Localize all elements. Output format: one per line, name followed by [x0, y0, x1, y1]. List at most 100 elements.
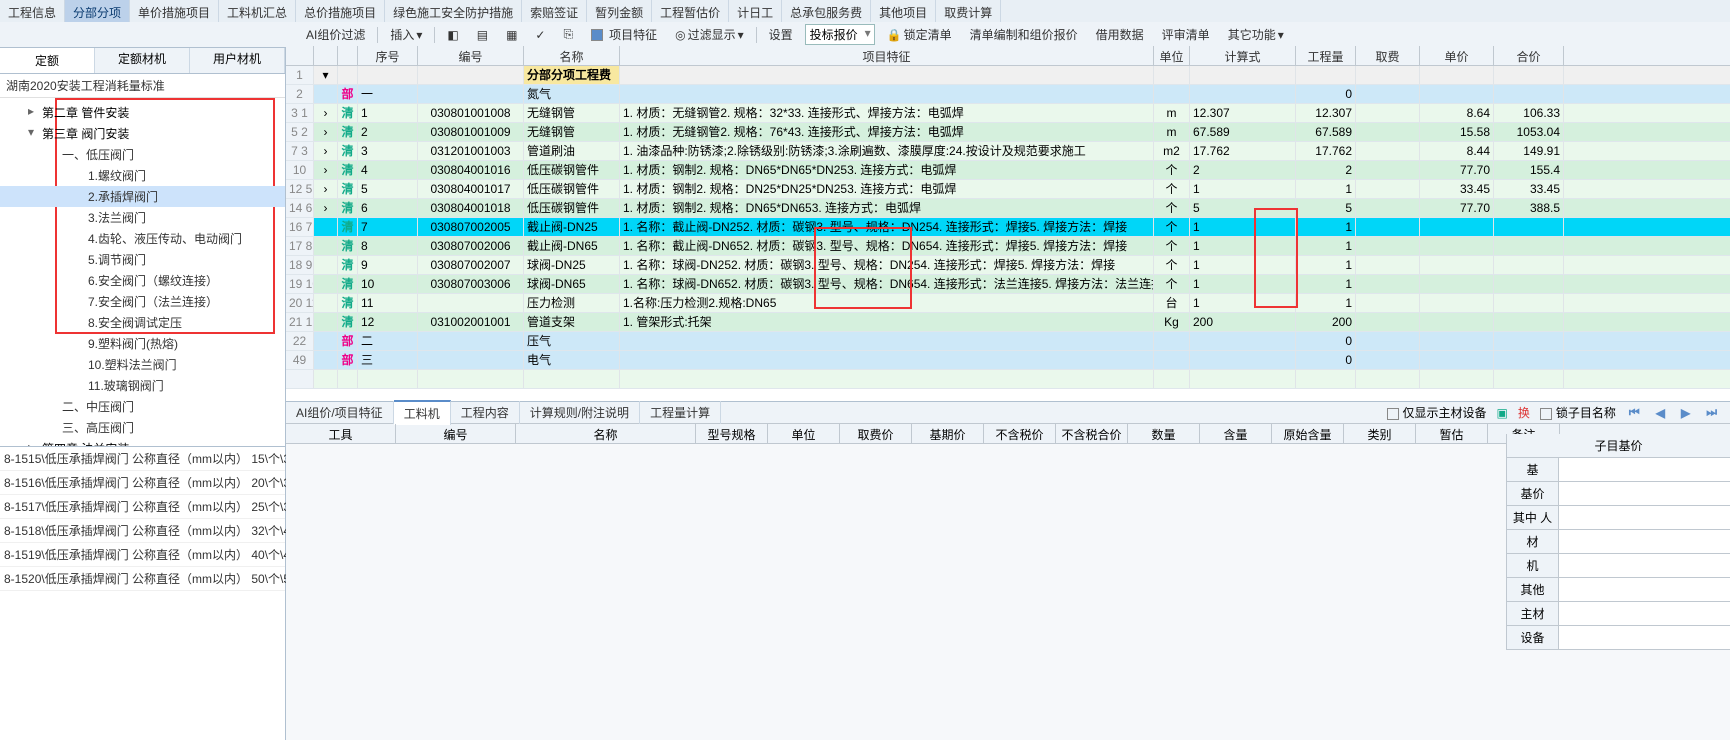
col-seq[interactable]: 序号 [358, 46, 418, 65]
bottom-tab-2[interactable]: 工程内容 [451, 401, 520, 424]
bottom-col-8[interactable]: 不含税合价 [1056, 424, 1128, 443]
col-calc[interactable]: 计算式 [1190, 46, 1296, 65]
bottom-col-3[interactable]: 型号规格 [696, 424, 768, 443]
tree-node-11[interactable]: 9.塑料阀门(热熔) [0, 333, 285, 354]
top-tab-6[interactable]: 索赔签证 [522, 0, 587, 23]
nav-first-icon[interactable]: ⏮ [1626, 405, 1643, 420]
bottom-col-11[interactable]: 原始含量 [1272, 424, 1344, 443]
lock-subitem-checkbox[interactable]: 锁子目名称 [1540, 404, 1616, 421]
col-total[interactable]: 合价 [1494, 46, 1564, 65]
tool-icon-4[interactable]: ✓ [529, 26, 551, 44]
tree-node-5[interactable]: 3.法兰阀门 [0, 207, 285, 228]
tree-node-15[interactable]: 三、高压阀门 [0, 417, 285, 438]
swap-icon[interactable]: ▣ [1497, 406, 1508, 420]
quota-row-2[interactable]: 8-1517\低压承插焊阀门 公称直径（mm以内） 25\个\37.6 [0, 495, 285, 519]
bottom-col-5[interactable]: 取费价 [840, 424, 912, 443]
col-unit[interactable]: 单位 [1154, 46, 1190, 65]
other-func-button[interactable]: 其它功能 ▾ [1222, 24, 1290, 45]
bottom-tab-3[interactable]: 计算规则/附注说明 [520, 401, 640, 424]
tool-icon-5[interactable]: ⎘ [557, 25, 579, 44]
tool-icon-1[interactable]: ◧ [441, 26, 464, 44]
bottom-col-2[interactable]: 名称 [516, 424, 696, 443]
mat-tab-2[interactable]: 用户材机 [190, 46, 285, 73]
top-tab-11[interactable]: 其他项目 [871, 0, 936, 23]
grid-row-2[interactable]: 3 1›清1030801001008无缝钢管1. 材质：无缝钢管2. 规格：32… [286, 104, 1730, 123]
tree-node-10[interactable]: 8.安全阀调试定压 [0, 312, 285, 333]
tool-icon-2[interactable]: ▤ [471, 26, 494, 44]
tree-node-16[interactable]: 第四章 法兰安装 [0, 438, 285, 446]
top-tab-8[interactable]: 工程暂估价 [652, 0, 729, 23]
tree-node-13[interactable]: 11.玻璃钢阀门 [0, 375, 285, 396]
grid-row-4[interactable]: 7 3›清3031201001003管道刷油1. 油漆品种:防锈漆;2.除锈级别… [286, 142, 1730, 161]
grid-row-10[interactable]: 18 9清9030807002007球阀-DN251. 名称：球阀-DN252.… [286, 256, 1730, 275]
tree-node-6[interactable]: 4.齿轮、液压传动、电动阀门 [0, 228, 285, 249]
grid-row-13[interactable]: 21 12清12031002001001管道支架1. 管架形式:托架Kg2002… [286, 313, 1730, 332]
top-tab-7[interactable]: 暂列金额 [587, 0, 652, 23]
quota-row-0[interactable]: 8-1515\低压承插焊阀门 公称直径（mm以内） 15\个\31.2 [0, 447, 285, 471]
nav-prev-icon[interactable]: ◀ [1653, 406, 1668, 420]
top-tab-2[interactable]: 单价措施项目 [130, 0, 219, 23]
review-list-button[interactable]: 评审清单 [1156, 24, 1216, 45]
tool-icon-3[interactable]: ▦ [500, 26, 523, 44]
col-fee[interactable]: 取费 [1356, 46, 1420, 65]
grid-row-5[interactable]: 10›清4030804001016低压碳钢管件1. 材质：钢制2. 规格：DN6… [286, 161, 1730, 180]
mat-tab-1[interactable]: 定额材机 [95, 46, 190, 73]
quote-type-dropdown[interactable]: 投标报价 [805, 24, 875, 45]
bottom-col-6[interactable]: 基期价 [912, 424, 984, 443]
bottom-col-1[interactable]: 编号 [396, 424, 516, 443]
tree-node-12[interactable]: 10.塑料法兰阀门 [0, 354, 285, 375]
bottom-col-12[interactable]: 类别 [1344, 424, 1416, 443]
only-main-checkbox[interactable]: 仅显示主材设备 [1387, 404, 1487, 421]
tree-node-4[interactable]: 2.承插焊阀门 [0, 186, 285, 207]
bottom-tab-4[interactable]: 工程量计算 [640, 401, 721, 424]
bottom-col-13[interactable]: 暂估 [1416, 424, 1488, 443]
grid-row-9[interactable]: 17 8清8030807002006截止阀-DN651. 名称：截止阀-DN65… [286, 237, 1730, 256]
col-code[interactable]: 编号 [418, 46, 524, 65]
bottom-col-7[interactable]: 不含税价 [984, 424, 1056, 443]
top-tab-3[interactable]: 工料机汇总 [219, 0, 296, 23]
project-feature-button[interactable]: 项目特征 [585, 24, 663, 45]
bottom-tab-0[interactable]: AI组价/项目特征 [286, 401, 394, 424]
top-tab-10[interactable]: 总承包服务费 [782, 0, 871, 23]
quota-row-1[interactable]: 8-1516\低压承插焊阀门 公称直径（mm以内） 20\个\34.0 [0, 471, 285, 495]
col-price[interactable]: 单价 [1420, 46, 1494, 65]
grid-row-8[interactable]: 16 7清7030807002005截止阀-DN251. 名称：截止阀-DN25… [286, 218, 1730, 237]
filter-display-button[interactable]: ◎ 过滤显示 ▾ [669, 24, 750, 45]
top-tab-0[interactable]: 工程信息 [0, 0, 65, 23]
quota-row-4[interactable]: 8-1519\低压承插焊阀门 公称直径（mm以内） 40\个\47.8 [0, 543, 285, 567]
bottom-tab-1[interactable]: 工料机 [394, 400, 451, 425]
grid-row-6[interactable]: 12 5›清5030804001017低压碳钢管件1. 材质：钢制2. 规格：D… [286, 180, 1730, 199]
bottom-col-9[interactable]: 数量 [1128, 424, 1200, 443]
mat-tab-0[interactable]: 定额 [0, 46, 95, 73]
quota-row-3[interactable]: 8-1518\低压承插焊阀门 公称直径（mm以内） 32\个\43.8 [0, 519, 285, 543]
swap-button[interactable]: 换 [1518, 404, 1530, 421]
grid-row-0[interactable]: 1▾分部分项工程费 [286, 66, 1730, 85]
grid-row-11[interactable]: 19 10清10030807003006球阀-DN651. 名称：球阀-DN65… [286, 275, 1730, 294]
col-feat[interactable]: 项目特征 [620, 46, 1154, 65]
grid-row-1[interactable]: 2部一氮气0 [286, 85, 1730, 104]
quota-row-5[interactable]: 8-1520\低压承插焊阀门 公称直径（mm以内） 50\个\55.2 [0, 567, 285, 591]
tree-node-0[interactable]: 第二章 管件安装 [0, 102, 285, 123]
grid-row-14[interactable]: 22部二压气0 [286, 332, 1730, 351]
tree-node-9[interactable]: 7.安全阀门（法兰连接） [0, 291, 285, 312]
col-qty[interactable]: 工程量 [1296, 46, 1356, 65]
top-tab-1[interactable]: 分部分项 [65, 0, 130, 23]
grid-row-3[interactable]: 5 2›清2030801001009无缝钢管1. 材质：无缝钢管2. 规格：76… [286, 123, 1730, 142]
grid-row-7[interactable]: 14 6›清6030804001018低压碳钢管件1. 材质：钢制2. 规格：D… [286, 199, 1730, 218]
tree-node-1[interactable]: 第三章 阀门安装 [0, 123, 285, 144]
tree-node-3[interactable]: 1.螺纹阀门 [0, 165, 285, 186]
lock-list-button[interactable]: 🔒锁定清单 [881, 24, 958, 45]
edit-quote-button[interactable]: 清单编制和组价报价 [964, 24, 1084, 45]
top-tab-5[interactable]: 绿色施工安全防护措施 [385, 0, 522, 23]
bottom-col-4[interactable]: 单位 [768, 424, 840, 443]
grid-row-15[interactable]: 49部三电气0 [286, 351, 1730, 370]
ai-filter-button[interactable]: AI组价过滤 [300, 24, 371, 45]
top-tab-12[interactable]: 取费计算 [936, 0, 1001, 23]
top-tab-4[interactable]: 总价措施项目 [296, 0, 385, 23]
tree-node-8[interactable]: 6.安全阀门（螺纹连接） [0, 270, 285, 291]
borrow-data-button[interactable]: 借用数据 [1090, 24, 1150, 45]
nav-next-icon[interactable]: ▶ [1678, 406, 1693, 420]
top-tab-9[interactable]: 计日工 [729, 0, 782, 23]
nav-last-icon[interactable]: ⏭ [1703, 405, 1720, 420]
tree-node-2[interactable]: 一、低压阀门 [0, 144, 285, 165]
